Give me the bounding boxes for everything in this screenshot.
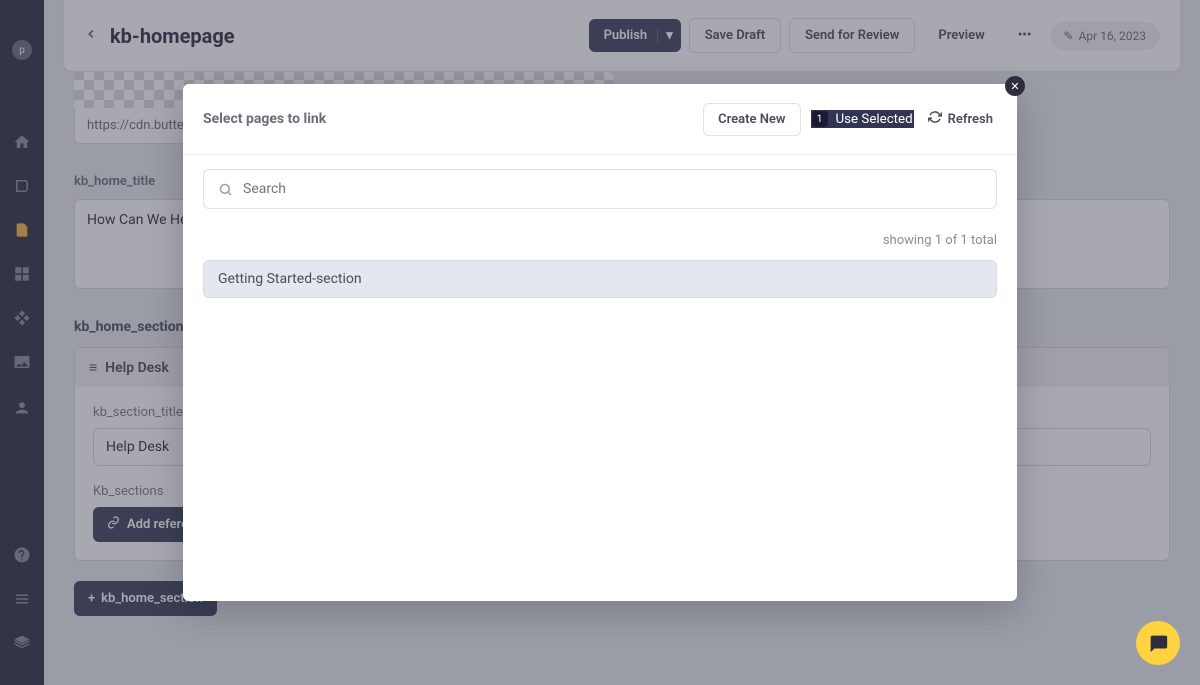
- result-item[interactable]: Getting Started-section: [203, 260, 997, 298]
- search-icon: [218, 182, 233, 197]
- create-new-button[interactable]: Create New: [703, 103, 800, 136]
- modal: ✕ Select pages to link Create New 1 Use …: [183, 84, 1017, 601]
- selected-count-badge: 1: [812, 111, 828, 127]
- results-count: showing 1 of 1 total: [203, 233, 997, 248]
- refresh-button[interactable]: Refresh: [924, 102, 997, 136]
- modal-header: Select pages to link Create New 1 Use Se…: [183, 84, 1017, 155]
- use-selected-button[interactable]: 1 Use Selected: [811, 110, 914, 128]
- refresh-icon: [928, 110, 942, 128]
- search-input[interactable]: [233, 171, 982, 207]
- modal-overlay[interactable]: ✕ Select pages to link Create New 1 Use …: [0, 0, 1200, 685]
- modal-title: Select pages to link: [203, 111, 693, 127]
- chat-widget[interactable]: [1136, 621, 1180, 665]
- search-input-wrap: [203, 169, 997, 209]
- chat-icon: [1147, 632, 1169, 654]
- close-icon[interactable]: ✕: [1005, 76, 1025, 96]
